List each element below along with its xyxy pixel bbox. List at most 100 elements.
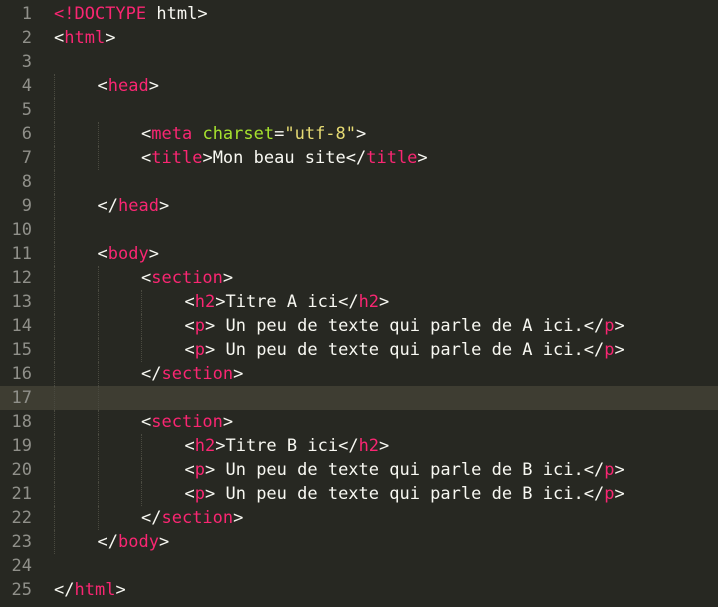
code-line[interactable]: 13 <h2>Titre A ici</h2>: [0, 290, 718, 314]
line-code: <h2>Titre B ici</h2>: [185, 434, 390, 458]
punctuation: </: [583, 460, 605, 480]
punctuation: </: [338, 292, 359, 312]
tag-name: html: [64, 28, 106, 48]
tag-name: p: [194, 460, 205, 480]
punctuation: >: [222, 412, 234, 432]
indent-guide: [97, 266, 99, 290]
line-number: 9: [21, 196, 32, 216]
code-line[interactable]: 9 </head>: [0, 194, 718, 218]
text-content: Un peu de texte qui parle de A ici.: [215, 340, 584, 360]
punctuation: </: [583, 484, 605, 504]
punctuation: =: [274, 124, 285, 144]
line-code: <section>: [141, 410, 233, 434]
code-line[interactable]: 14 <p> Un peu de texte qui parle de A ici…: [0, 314, 718, 338]
punctuation: </: [141, 508, 162, 528]
punctuation: <: [141, 412, 152, 432]
line-number: 18: [11, 412, 32, 432]
line-number: 15: [11, 340, 32, 360]
code-line[interactable]: 19 <h2>Titre B ici</h2>: [0, 434, 718, 458]
code-line[interactable]: 11 <body>: [0, 242, 718, 266]
indent-guide: [54, 434, 55, 458]
indent-guide: [97, 506, 99, 530]
tag-name: section: [161, 508, 234, 528]
code-line[interactable]: 17: [0, 386, 718, 410]
tag-name: body: [107, 244, 149, 264]
indent-guide: [54, 362, 55, 386]
indent-guide: [54, 194, 55, 218]
indent-guide: [97, 122, 99, 146]
punctuation: >: [197, 4, 208, 24]
code-line[interactable]: 1 <!DOCTYPE html>: [0, 2, 718, 26]
tag-name: p: [604, 460, 615, 480]
line-code: <html>: [54, 26, 115, 50]
tag-name: head: [117, 196, 159, 216]
line-number: 6: [21, 124, 32, 144]
line-code: <p> Un peu de texte qui parle de A ici.<…: [185, 314, 625, 338]
attribute-name: charset: [202, 124, 275, 144]
code-line[interactable]: 4 <head>: [0, 74, 718, 98]
line-number: 2: [21, 28, 32, 48]
code-line[interactable]: 12 <section>: [0, 266, 718, 290]
line-number: 8: [21, 172, 32, 192]
punctuation: >: [379, 436, 390, 456]
line-number: 17: [11, 388, 32, 408]
indent-guide: [54, 122, 55, 146]
tag-name: section: [151, 412, 223, 432]
indent-guide: [54, 290, 55, 314]
line-number: 12: [11, 268, 32, 288]
punctuation: <: [141, 124, 152, 144]
code-line[interactable]: 22 </section>: [0, 506, 718, 530]
punctuation: <: [97, 244, 108, 264]
tag-name: h2: [358, 436, 380, 456]
indent-guide: [54, 410, 55, 434]
code-line[interactable]: 6 <meta charset="utf-8">: [0, 122, 718, 146]
punctuation: </: [338, 436, 359, 456]
code-line[interactable]: 23 </body>: [0, 530, 718, 554]
indent-guide: [54, 242, 55, 266]
punctuation: <: [184, 436, 195, 456]
text-content: Un peu de texte qui parle de A ici.: [215, 316, 584, 336]
indent-guide: [54, 482, 55, 506]
tag-name: section: [151, 268, 223, 288]
punctuation: >: [417, 148, 428, 168]
punctuation: >: [215, 292, 226, 312]
punctuation: <: [141, 148, 152, 168]
tag-name: section: [161, 364, 234, 384]
code-line[interactable]: 10: [0, 218, 718, 242]
indent-guide: [97, 290, 99, 314]
code-line[interactable]: 5: [0, 98, 718, 122]
punctuation: </: [141, 364, 162, 384]
tag-name: h2: [358, 292, 380, 312]
code-line[interactable]: 20 <p> Un peu de texte qui parle de B ici…: [0, 458, 718, 482]
line-code: </body>: [98, 530, 170, 554]
indent-guide: [141, 482, 142, 506]
line-number: 22: [11, 508, 32, 528]
code-line[interactable]: 7 <title>Mon beau site</title>: [0, 146, 718, 170]
code-line[interactable]: 8: [0, 170, 718, 194]
code-lines[interactable]: 1 <!DOCTYPE html> 2 <html> 3 4 <head> 5 6 <meta c…: [0, 2, 718, 602]
punctuation: >: [205, 340, 216, 360]
code-editor[interactable]: 1 <!DOCTYPE html> 2 <html> 3 4 <head> 5 6 <meta c…: [0, 0, 718, 607]
indent-guide: [97, 410, 99, 434]
code-line[interactable]: 3: [0, 50, 718, 74]
code-line[interactable]: 18 <section>: [0, 410, 718, 434]
code-line[interactable]: 15 <p> Un peu de texte qui parle de A ici…: [0, 338, 718, 362]
code-line[interactable]: 16 </section>: [0, 362, 718, 386]
punctuation: >: [158, 196, 170, 216]
punctuation: >: [205, 316, 216, 336]
punctuation: >: [222, 268, 234, 288]
line-number: 24: [11, 556, 32, 576]
code-line[interactable]: 24: [0, 554, 718, 578]
code-line[interactable]: 2 <html>: [0, 26, 718, 50]
punctuation: <: [97, 76, 108, 96]
line-number: 5: [21, 100, 32, 120]
punctuation: >: [202, 148, 213, 168]
code-line[interactable]: 25 </html>: [0, 578, 718, 602]
punctuation: >: [148, 244, 159, 264]
text-content: Mon beau site: [212, 148, 346, 168]
code-line[interactable]: 21 <p> Un peu de texte qui parle de B ici…: [0, 482, 718, 506]
line-number: 21: [11, 484, 32, 504]
indent-guide: [97, 434, 99, 458]
line-number: 25: [11, 580, 32, 600]
text-content: [192, 124, 202, 144]
